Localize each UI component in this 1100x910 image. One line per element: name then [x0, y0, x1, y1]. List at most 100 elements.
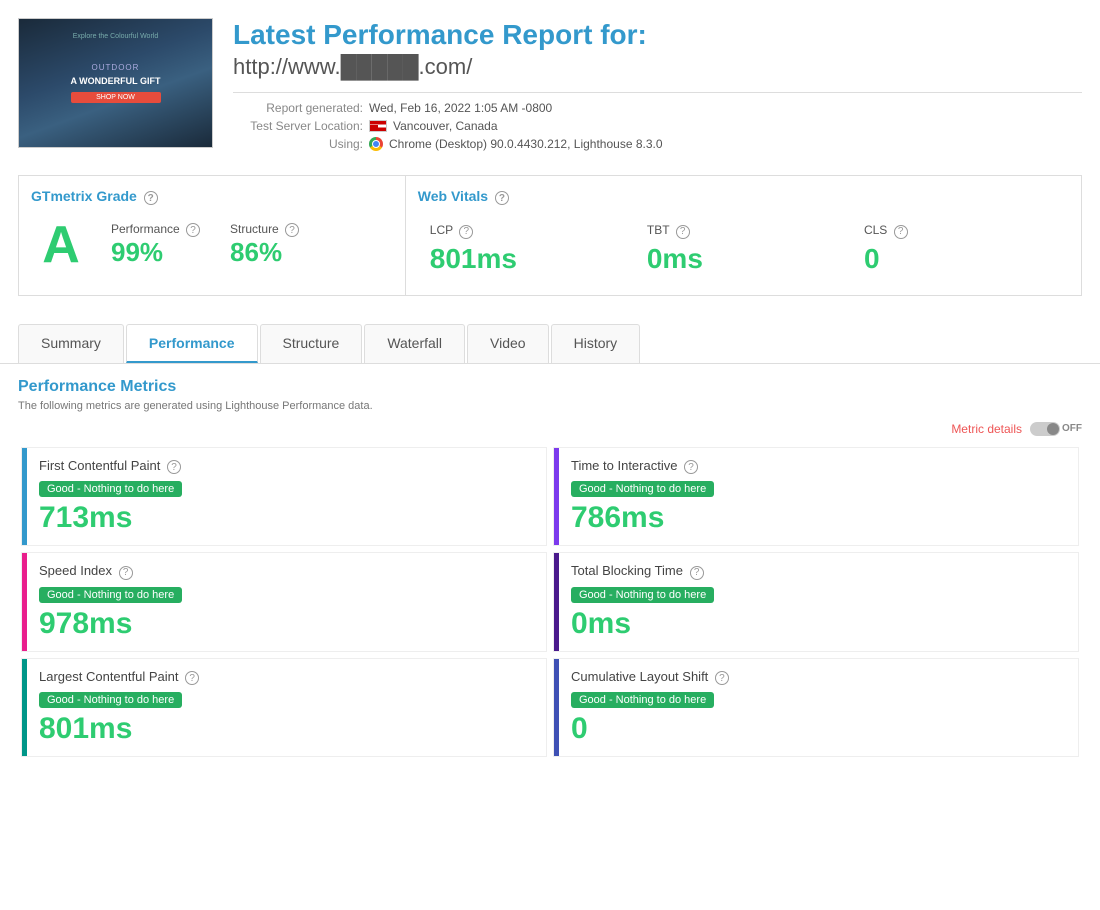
chrome-icon: [369, 137, 383, 151]
metric-details-row: Metric details OFF: [18, 422, 1082, 436]
site-thumbnail: Explore the Colourful World OUTDOOR A WO…: [18, 18, 213, 148]
grade-metrics: Performance ? 99% Structure ? 86%: [111, 222, 299, 269]
metric-value: 0ms: [571, 607, 1066, 641]
gtmetrix-grade-title: GTmetrix Grade ?: [31, 188, 393, 206]
web-vitals-content: LCP ? 801ms TBT ? 0ms CLS ? 0: [418, 215, 1069, 283]
metric-inner: Time to Interactive ? Good - Nothing to d…: [559, 448, 1078, 546]
lcp-help[interactable]: ?: [459, 225, 473, 239]
web-vitals-box: Web Vitals ? LCP ? 801ms TBT ? 0ms CLS: [405, 175, 1082, 296]
tab-structure[interactable]: Structure: [260, 324, 363, 363]
structure-label: Structure ?: [230, 222, 299, 238]
metric-name: Time to Interactive ?: [571, 458, 1066, 475]
metric-name: Speed Index ?: [39, 563, 534, 580]
using-value: Chrome (Desktop) 90.0.4430.212, Lighthou…: [389, 137, 663, 151]
metric-value: 713ms: [39, 501, 534, 535]
metric-help[interactable]: ?: [684, 460, 698, 474]
metric-details-label: Metric details: [951, 422, 1022, 436]
meta-using: Using: Chrome (Desktop) 90.0.4430.212, L…: [243, 137, 1082, 151]
vital-cls: CLS ? 0: [852, 215, 1069, 283]
metric-badge: Good - Nothing to do here: [39, 692, 182, 708]
tab-summary[interactable]: Summary: [18, 324, 124, 363]
meta-report-generated: Report generated: Wed, Feb 16, 2022 1:05…: [243, 101, 1082, 115]
metric-help[interactable]: ?: [119, 566, 133, 580]
metric-name: Total Blocking Time ?: [571, 563, 1066, 580]
perf-title: Performance Metrics: [18, 378, 1082, 396]
performance-label: Performance ?: [111, 222, 200, 238]
metric-card-5: Cumulative Layout Shift ? Good - Nothing …: [553, 658, 1079, 758]
metric-badge: Good - Nothing to do here: [571, 481, 714, 497]
thumb-tagline: A WONDERFUL GIFT: [71, 76, 161, 86]
tbt-label: TBT ?: [647, 223, 840, 239]
metric-value: 978ms: [39, 607, 534, 641]
tabs-bar: Summary Performance Structure Waterfall …: [0, 308, 1100, 364]
toggle-track[interactable]: [1030, 422, 1060, 436]
header-info: Latest Performance Report for: http://ww…: [233, 18, 1082, 151]
metric-card-1: Time to Interactive ? Good - Nothing to d…: [553, 447, 1079, 547]
structure-value: 86%: [230, 237, 299, 268]
header-meta: Report generated: Wed, Feb 16, 2022 1:05…: [233, 101, 1082, 151]
performance-help[interactable]: ?: [186, 223, 200, 237]
canada-flag-icon: [369, 120, 387, 132]
metric-card-4: Largest Contentful Paint ? Good - Nothing…: [21, 658, 547, 758]
thumb-button: SHOP NOW: [71, 92, 161, 103]
toggle-off-label: OFF: [1062, 423, 1082, 434]
grade-letter: A: [31, 215, 91, 275]
page-header: Explore the Colourful World OUTDOOR A WO…: [0, 0, 1100, 163]
web-vitals-title: Web Vitals ?: [418, 188, 1069, 206]
performance-section: Performance Metrics The following metric…: [0, 364, 1100, 775]
metric-inner: First Contentful Paint ? Good - Nothing t…: [27, 448, 546, 546]
metric-help[interactable]: ?: [167, 460, 181, 474]
tbt-help[interactable]: ?: [676, 225, 690, 239]
metric-value: 0: [571, 712, 1066, 746]
metric-card-2: Speed Index ? Good - Nothing to do here 97…: [21, 552, 547, 652]
perf-subtitle: The following metrics are generated usin…: [18, 400, 1082, 412]
using-label: Using:: [243, 137, 363, 151]
metric-badge: Good - Nothing to do here: [571, 692, 714, 708]
metric-badge: Good - Nothing to do here: [39, 481, 182, 497]
server-location-value: Vancouver, Canada: [393, 119, 498, 133]
metric-card-3: Total Blocking Time ?Good - Nothing to d…: [553, 552, 1079, 652]
performance-value: 99%: [111, 237, 200, 268]
tab-history[interactable]: History: [551, 324, 641, 363]
tab-performance[interactable]: Performance: [126, 324, 258, 363]
tab-video[interactable]: Video: [467, 324, 549, 363]
tbt-value: 0ms: [647, 243, 840, 275]
metric-help[interactable]: ?: [690, 566, 704, 580]
metric-help[interactable]: ?: [185, 671, 199, 685]
vital-tbt: TBT ? 0ms: [635, 215, 852, 283]
gtmetrix-grade-box: GTmetrix Grade ? A Performance ? 99% Str…: [18, 175, 406, 296]
metric-help[interactable]: ?: [715, 671, 729, 685]
metric-value: 786ms: [571, 501, 1066, 535]
report-generated-label: Report generated:: [243, 101, 363, 115]
cls-help[interactable]: ?: [894, 225, 908, 239]
thumb-logo: OUTDOOR: [71, 63, 161, 72]
grade-content: A Performance ? 99% Structure ? 86%: [31, 215, 393, 275]
gtmetrix-grade-help[interactable]: ?: [144, 191, 158, 205]
thumb-explore-text: Explore the Colourful World: [73, 33, 158, 40]
meta-server-location: Test Server Location: Vancouver, Canada: [243, 119, 1082, 133]
lcp-label: LCP ?: [430, 223, 623, 239]
web-vitals-help[interactable]: ?: [495, 191, 509, 205]
metric-inner: Speed Index ? Good - Nothing to do here 97…: [27, 553, 546, 651]
report-url: http://www.█████.com/: [233, 54, 1082, 80]
tab-waterfall[interactable]: Waterfall: [364, 324, 465, 363]
cls-value: 0: [864, 243, 1057, 275]
metric-card-0: First Contentful Paint ? Good - Nothing t…: [21, 447, 547, 547]
metric-name: Largest Contentful Paint ?: [39, 669, 534, 686]
report-title: Latest Performance Report for:: [233, 18, 1082, 52]
metric-badge: Good - Nothing to do here: [39, 587, 182, 603]
metric-inner: Largest Contentful Paint ? Good - Nothing…: [27, 659, 546, 757]
metric-value: 801ms: [39, 712, 534, 746]
structure-help[interactable]: ?: [285, 223, 299, 237]
report-generated-value: Wed, Feb 16, 2022 1:05 AM -0800: [369, 101, 552, 115]
metric-name: First Contentful Paint ?: [39, 458, 534, 475]
toggle-knob: [1047, 423, 1059, 435]
cls-label: CLS ?: [864, 223, 1057, 239]
metric-inner: Cumulative Layout Shift ? Good - Nothing …: [559, 659, 1078, 757]
metric-name: Cumulative Layout Shift ?: [571, 669, 1066, 686]
metric-details-toggle[interactable]: OFF: [1030, 422, 1082, 436]
performance-metric: Performance ? 99%: [111, 222, 200, 269]
server-location-label: Test Server Location:: [243, 119, 363, 133]
metric-inner: Total Blocking Time ?Good - Nothing to d…: [559, 553, 1078, 651]
metrics-grid: First Contentful Paint ? Good - Nothing t…: [18, 444, 1082, 761]
